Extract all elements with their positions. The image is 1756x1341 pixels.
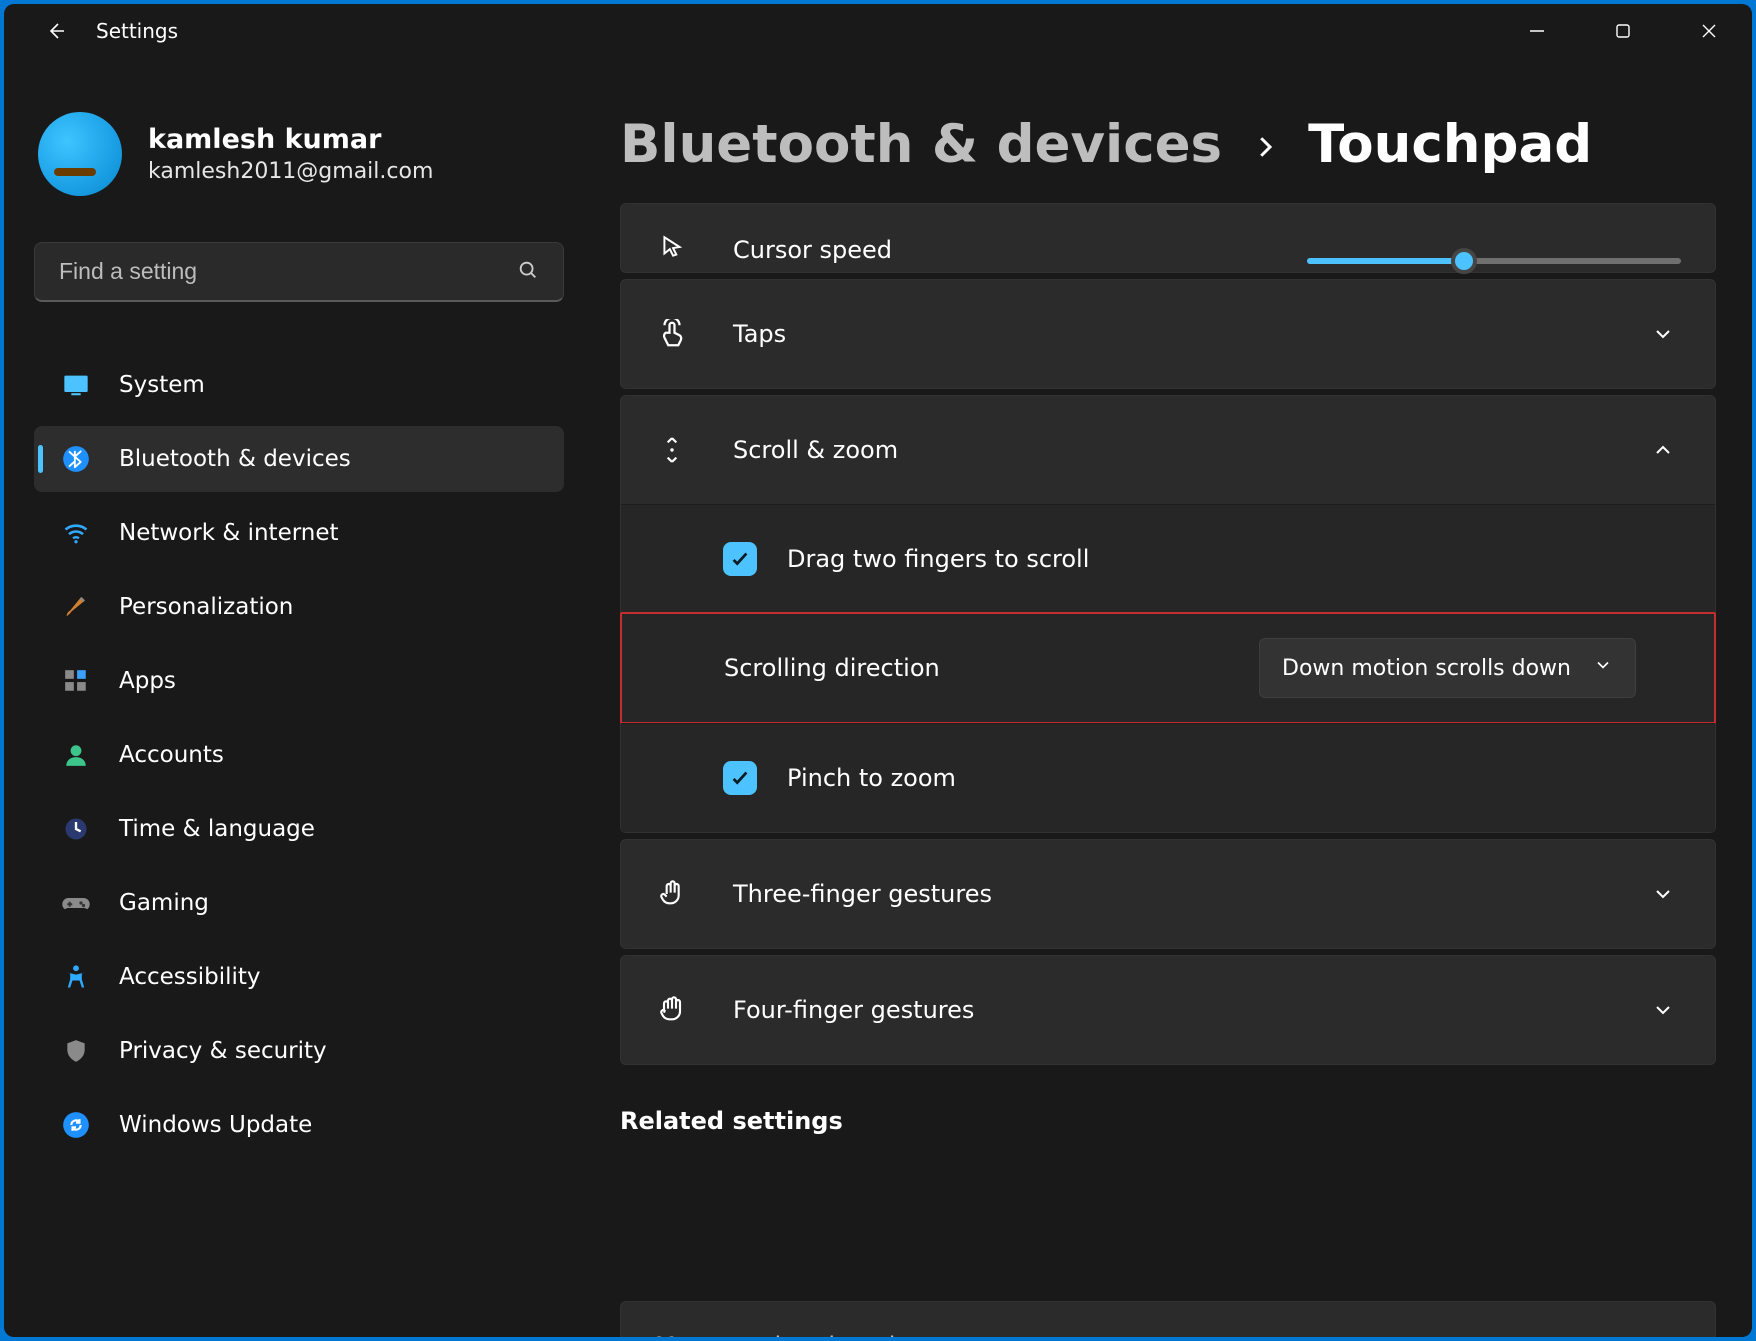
sidebar-item-label: Time & language	[119, 816, 315, 842]
display-icon	[61, 370, 91, 400]
sidebar-item-label: Windows Update	[119, 1112, 312, 1138]
person-icon	[61, 740, 91, 770]
sidebar-item-network[interactable]: Network & internet	[34, 500, 564, 566]
sidebar-item-system[interactable]: System	[34, 352, 564, 418]
sidebar-nav: System Bluetooth & devices Network & int…	[34, 352, 564, 1158]
sidebar-item-privacy-security[interactable]: Privacy & security	[34, 1018, 564, 1084]
sidebar-item-label: Apps	[119, 668, 176, 694]
sidebar-item-label: Privacy & security	[119, 1038, 327, 1064]
breadcrumb-current: Touchpad	[1308, 114, 1592, 175]
checkbox-pinch-to-zoom[interactable]	[723, 761, 757, 795]
row-pinch-to-zoom[interactable]: Pinch to zoom	[621, 724, 1715, 832]
chevron-down-icon[interactable]	[1645, 992, 1681, 1028]
sidebar-item-label: Accounts	[119, 742, 224, 768]
select-value: Down motion scrolls down	[1282, 656, 1571, 681]
profile-block[interactable]: kamlesh kumar kamlesh2011@gmail.com	[38, 112, 564, 196]
shield-icon	[61, 1036, 91, 1066]
sidebar-item-label: Bluetooth & devices	[119, 446, 351, 472]
panel-label: Scroll & zoom	[733, 436, 898, 464]
sidebar: kamlesh kumar kamlesh2011@gmail.com Syst…	[4, 58, 584, 1337]
titlebar: Settings	[4, 4, 1752, 58]
search-icon	[517, 259, 539, 285]
update-icon	[61, 1110, 91, 1140]
scrolling-direction-select[interactable]: Down motion scrolls down	[1259, 638, 1636, 698]
sidebar-item-bluetooth-devices[interactable]: Bluetooth & devices	[34, 426, 564, 492]
row-scrolling-direction-highlight: Scrolling direction Down motion scrolls …	[620, 612, 1716, 724]
sidebar-item-apps[interactable]: Apps	[34, 648, 564, 714]
chevron-down-icon[interactable]	[1645, 316, 1681, 352]
cursor-icon	[655, 230, 689, 264]
breadcrumb: Bluetooth & devices Touchpad	[620, 114, 1716, 175]
settings-window: Settings kamlesh kumar kamlesh2011@gmail…	[4, 4, 1752, 1337]
bluetooth-icon	[61, 444, 91, 474]
panel-four-finger[interactable]: Four-finger gestures	[620, 955, 1716, 1065]
related-settings-heading: Related settings	[620, 1107, 1716, 1135]
profile-name: kamlesh kumar	[148, 124, 433, 155]
hand-three-icon	[655, 877, 689, 911]
checkbox-drag-two-fingers[interactable]	[723, 542, 757, 576]
hand-four-icon	[655, 993, 689, 1027]
sidebar-item-label: System	[119, 372, 205, 398]
cursor-speed-slider[interactable]	[1307, 258, 1681, 264]
sidebar-item-label: Personalization	[119, 594, 293, 620]
sidebar-item-accessibility[interactable]: Accessibility	[34, 944, 564, 1010]
sidebar-item-accounts[interactable]: Accounts	[34, 722, 564, 788]
gamepad-icon	[61, 888, 91, 918]
minimize-button[interactable]	[1494, 4, 1580, 58]
option-label: Scrolling direction	[724, 654, 940, 682]
chevron-up-icon[interactable]	[1645, 432, 1681, 468]
wifi-icon	[61, 518, 91, 548]
panel-cursor-speed: Cursor speed	[620, 203, 1716, 273]
search-box[interactable]	[34, 242, 564, 302]
panel-label: Taps	[733, 320, 786, 348]
sidebar-item-time-language[interactable]: Time & language	[34, 796, 564, 862]
panel-three-finger[interactable]: Three-finger gestures	[620, 839, 1716, 949]
sidebar-item-personalization[interactable]: Personalization	[34, 574, 564, 640]
profile-email: kamlesh2011@gmail.com	[148, 159, 433, 184]
accessibility-icon	[61, 962, 91, 992]
tap-icon	[655, 317, 689, 351]
panel-label: Three-finger gestures	[733, 880, 992, 908]
window-title: Settings	[96, 19, 178, 43]
maximize-button[interactable]	[1580, 4, 1666, 58]
sidebar-item-label: Gaming	[119, 890, 209, 916]
chevron-down-icon	[1593, 655, 1613, 681]
row-drag-two-fingers[interactable]: Drag two fingers to scroll	[621, 505, 1715, 613]
chevron-down-icon[interactable]	[1645, 876, 1681, 912]
option-label: Drag two fingers to scroll	[787, 545, 1089, 573]
avatar	[38, 112, 122, 196]
panel-label: Four-finger gestures	[733, 996, 974, 1024]
sidebar-item-label: Accessibility	[119, 964, 261, 990]
panel-scroll-zoom-header[interactable]: Scroll & zoom	[621, 396, 1715, 504]
clock-globe-icon	[61, 814, 91, 844]
panel-scroll-zoom: Scroll & zoom Drag two fingers to scroll	[620, 395, 1716, 833]
sidebar-item-gaming[interactable]: Gaming	[34, 870, 564, 936]
option-label: Pinch to zoom	[787, 764, 956, 792]
back-button[interactable]	[38, 14, 72, 48]
panel-label: Cursor speed	[733, 236, 892, 264]
main-content: Bluetooth & devices Touchpad Cursor spee…	[584, 58, 1752, 1337]
chevron-right-icon	[1250, 122, 1280, 173]
sidebar-item-label: Network & internet	[119, 520, 339, 546]
apps-icon	[61, 666, 91, 696]
sidebar-item-windows-update[interactable]: Windows Update	[34, 1092, 564, 1158]
panel-label: More touchpad settings	[655, 1332, 938, 1337]
panel-taps[interactable]: Taps	[620, 279, 1716, 389]
breadcrumb-parent[interactable]: Bluetooth & devices	[620, 114, 1222, 175]
search-input[interactable]	[59, 258, 517, 285]
panel-more-touchpad-settings[interactable]: More touchpad settings	[620, 1301, 1716, 1337]
close-button[interactable]	[1666, 4, 1752, 58]
paintbrush-icon	[61, 592, 91, 622]
scroll-icon	[655, 433, 689, 467]
